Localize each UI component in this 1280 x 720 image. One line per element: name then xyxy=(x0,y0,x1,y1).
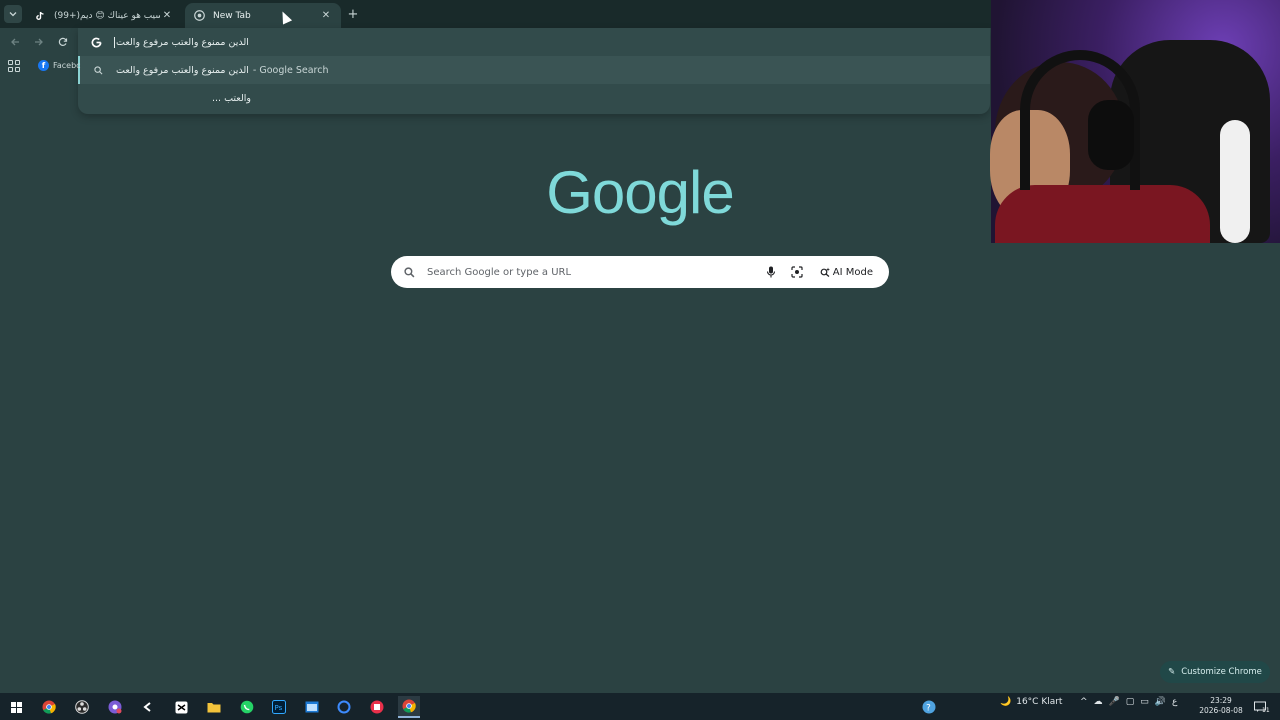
weather-text: 16°C Klart xyxy=(1016,697,1063,707)
tab-title: New Tab xyxy=(213,10,251,21)
tray-chevron-up-icon[interactable]: ^ xyxy=(1080,697,1088,707)
tiktok-icon xyxy=(34,10,46,22)
new-tab-button[interactable]: + xyxy=(345,6,361,22)
suggestion-suffix: - Google Search xyxy=(252,64,329,76)
clock-time: 23:29 xyxy=(1210,696,1232,705)
forward-button[interactable] xyxy=(31,34,47,50)
bookmark-label: Facebc xyxy=(53,61,81,70)
tab-new-tab[interactable]: New Tab ✕ xyxy=(185,3,341,28)
search-input[interactable] xyxy=(427,266,758,278)
google-g-icon xyxy=(78,37,114,48)
display-icon[interactable]: ▢ xyxy=(1126,697,1135,707)
google-lens-icon[interactable] xyxy=(784,259,810,285)
customize-chrome-button[interactable]: ✎ Customize Chrome xyxy=(1160,661,1270,683)
arrow-left-icon xyxy=(11,38,19,46)
chrome-icon xyxy=(193,10,205,22)
chrome-active-taskbar-icon[interactable] xyxy=(398,696,420,718)
google-search-box[interactable]: AI Mode xyxy=(391,256,889,288)
address-bar[interactable]: الدين ممنوع والعتب مرفوع والعت xyxy=(78,28,990,56)
folder-icon[interactable] xyxy=(203,696,225,718)
text-caret xyxy=(114,36,115,48)
capcut-icon[interactable] xyxy=(137,696,159,718)
facebook-icon: f xyxy=(38,60,49,71)
tab-title: (99+)السيب هو عيناك 😊 ديم... xyxy=(54,10,160,21)
svg-text:?: ? xyxy=(926,704,931,714)
bookmarks-bar: f Facebc xyxy=(0,56,81,78)
weather-widget[interactable]: 🌙 16°C Klart xyxy=(1000,697,1062,707)
language-indicator[interactable]: ع xyxy=(1172,697,1177,707)
back-button[interactable] xyxy=(7,34,23,50)
customize-label: Customize Chrome xyxy=(1181,667,1262,677)
microphone-tray-icon[interactable]: 🎤 xyxy=(1109,697,1120,707)
capcut-pro-icon[interactable] xyxy=(170,696,192,718)
chevron-down-icon xyxy=(9,12,17,17)
close-icon[interactable]: ✕ xyxy=(319,9,333,23)
taskbar: Ps ? 🌙 16°C Klart ^ ☁ 🎤 ▢ ▭ 🔊 ع xyxy=(0,693,1280,720)
pencil-icon: ✎ xyxy=(1168,667,1176,677)
clock[interactable]: 23:29 2026-08-08 xyxy=(1198,696,1244,716)
whatsapp-icon[interactable] xyxy=(236,696,258,718)
arrow-right-icon xyxy=(35,38,43,46)
app-window-icon[interactable] xyxy=(301,696,323,718)
omnibox-dropdown: الدين ممنوع والعتب مرفوع والعت الدين ممن… xyxy=(78,28,990,114)
reload-button[interactable] xyxy=(55,34,71,50)
search-icon xyxy=(80,65,116,75)
omnibox-suggestion[interactable]: ... والعتب xyxy=(78,84,990,112)
omnibox-suggestion[interactable]: الدين ممنوع والعتب مرفوع والعت - Google … xyxy=(78,56,990,84)
sparkle-search-icon xyxy=(820,267,830,277)
notification-count: 11 xyxy=(1262,707,1270,714)
photoshop-icon[interactable]: Ps xyxy=(268,696,290,718)
bookmark-facebook[interactable]: f Facebc xyxy=(38,60,81,71)
volume-icon[interactable]: 🔊 xyxy=(1155,697,1166,707)
red-app-icon[interactable] xyxy=(366,696,388,718)
google-logo: Google xyxy=(546,159,734,226)
microphone-icon[interactable] xyxy=(758,259,784,285)
moon-icon: 🌙 xyxy=(1000,697,1012,707)
system-tray: ^ ☁ 🎤 ▢ ▭ 🔊 ع xyxy=(1080,697,1177,707)
search-icon xyxy=(391,266,427,278)
suggestion-text: الدين ممنوع والعتب مرفوع والعت xyxy=(116,64,249,76)
apps-icon[interactable] xyxy=(8,60,20,72)
ai-mode-label: AI Mode xyxy=(832,266,873,278)
close-icon[interactable]: ✕ xyxy=(160,9,174,23)
notifications-icon[interactable]: 11 xyxy=(1252,699,1270,715)
windows-start-icon[interactable] xyxy=(5,696,27,718)
chrome-profile-icon[interactable] xyxy=(104,696,126,718)
chrome-taskbar-icon[interactable] xyxy=(38,696,60,718)
address-input-value[interactable]: الدين ممنوع والعتب مرفوع والعت xyxy=(116,37,249,48)
tab-tiktok[interactable]: (99+)السيب هو عيناك 😊 ديم... ✕ xyxy=(26,3,182,28)
cloud-icon[interactable]: ☁ xyxy=(1094,697,1103,707)
svg-text:Ps: Ps xyxy=(275,704,283,712)
help-icon[interactable]: ? xyxy=(918,696,940,718)
tab-search-button[interactable] xyxy=(4,5,22,23)
obs-icon[interactable] xyxy=(71,696,93,718)
suggestion-text: ... والعتب xyxy=(212,92,251,104)
circle-app-icon[interactable] xyxy=(333,696,355,718)
reload-icon xyxy=(58,37,68,46)
ai-mode-button[interactable]: AI Mode xyxy=(810,260,883,284)
clock-date: 2026-08-08 xyxy=(1199,706,1243,715)
network-icon[interactable]: ▭ xyxy=(1140,697,1149,707)
